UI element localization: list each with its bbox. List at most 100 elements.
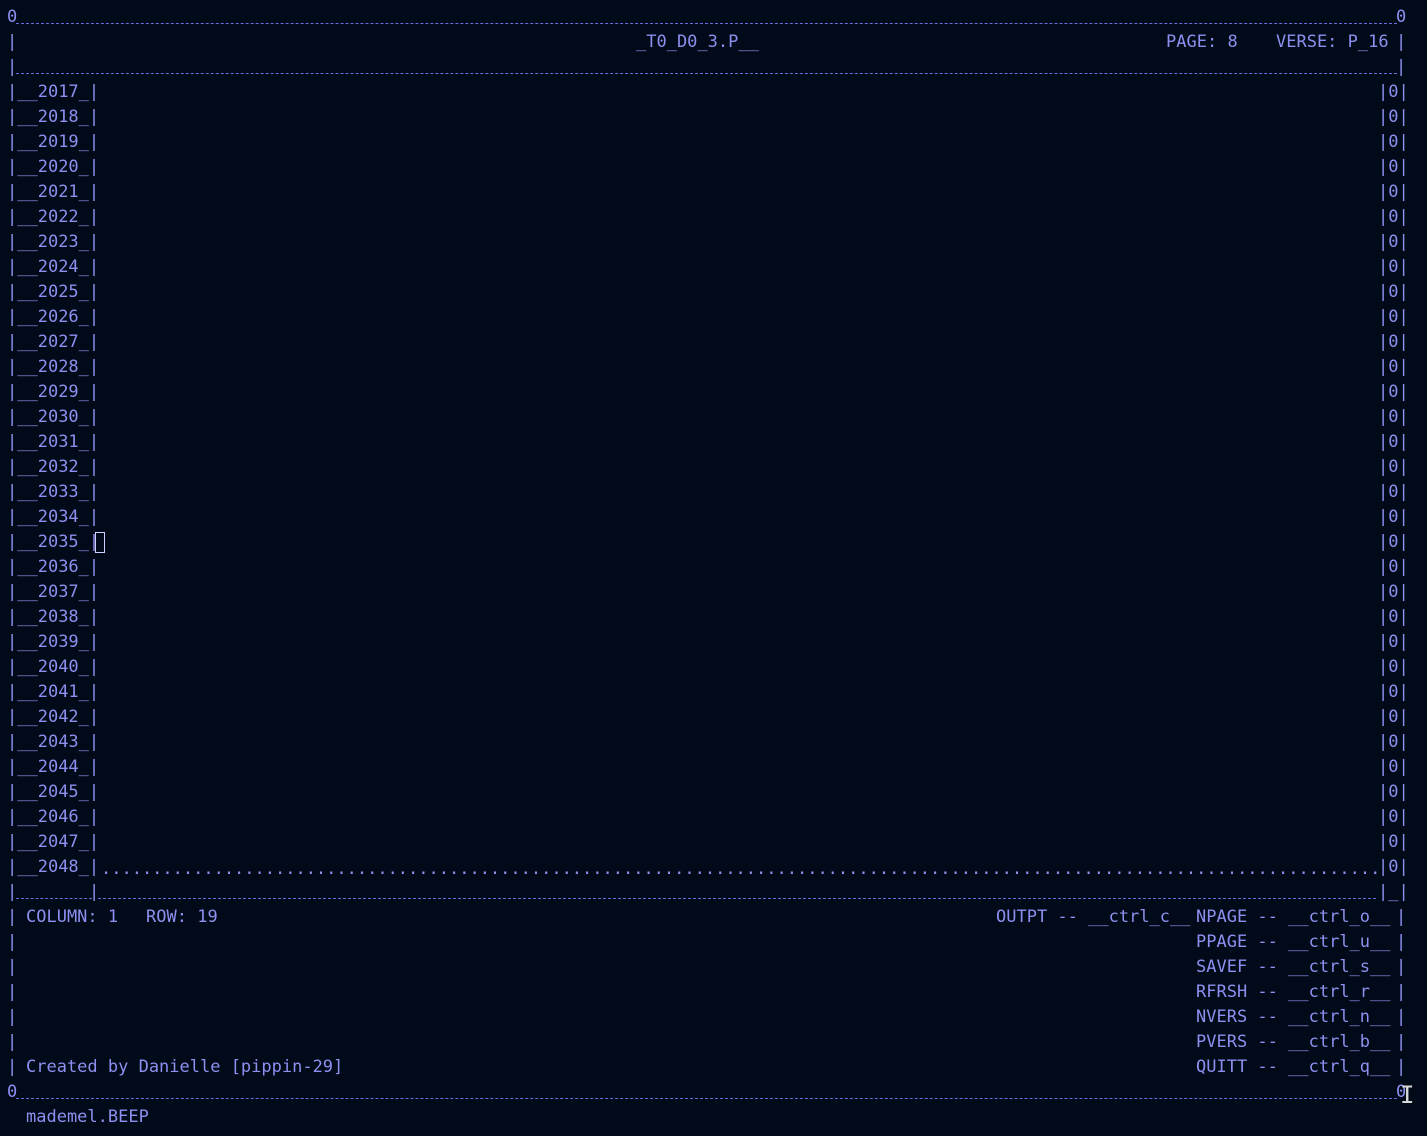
row-value: |0| (1378, 307, 1409, 327)
row-value: |0| (1378, 532, 1409, 552)
row-value: |0| (1378, 282, 1409, 302)
row-value: |0| (1378, 707, 1409, 727)
right-border-bar: | (1396, 1032, 1407, 1052)
shortcut-quitt[interactable]: QUITT -- __ctrl_q__ (1196, 1055, 1391, 1080)
line-number: |__2042_| (7, 707, 100, 727)
line-number-label: 2048 (37, 857, 79, 877)
left-border-bar: | (7, 1032, 18, 1052)
line-number-label: 2036 (37, 557, 79, 577)
line-number: |__2033_| (7, 482, 100, 502)
line-number: |__2036_| (7, 557, 100, 577)
row-value: |0| (1378, 757, 1409, 777)
line-number-label: 2022 (37, 207, 79, 227)
row-value: |0| (1378, 432, 1409, 452)
line-number-label: 2017 (37, 82, 79, 102)
row-value-text: 0 (1388, 782, 1399, 802)
shortcut-name: PPAGE (1196, 932, 1248, 952)
row-value: |0| (1378, 582, 1409, 602)
credit-line: Created by Danielle [pippin-29] (26, 1057, 344, 1077)
row-value-text: 0 (1388, 207, 1399, 227)
line-number: |__2043_| (7, 732, 100, 752)
row-value-text: 0 (1388, 807, 1399, 827)
row-value-text: 0 (1388, 707, 1399, 727)
row-value: |0| (1378, 132, 1409, 152)
left-border-bar: | (7, 1057, 18, 1077)
row-value: |0| (1378, 357, 1409, 377)
line-number: |__2028_| (7, 357, 100, 377)
verse-label: VERSE: (1276, 32, 1338, 52)
row-value-text: 0 (1388, 632, 1399, 652)
right-border-bar: | (1396, 57, 1407, 77)
shortcut-savef[interactable]: SAVEF -- __ctrl_s__ (1196, 955, 1391, 980)
right-border-bar: | (1396, 982, 1407, 1002)
row-value: |0| (1378, 107, 1409, 127)
shortcut-name: NVERS (1196, 1007, 1248, 1027)
left-border-bar: | (7, 957, 18, 977)
line-number-label: 2031 (37, 432, 79, 452)
line-number: |__2037_| (7, 582, 100, 602)
line-number-label: 2038 (37, 607, 79, 627)
line-number: |__2032_| (7, 457, 100, 477)
row-value: |0| (1378, 407, 1409, 427)
line-number: |__2045_| (7, 782, 100, 802)
row-value-text: 0 (1388, 407, 1399, 427)
left-border-bar: | (7, 982, 18, 1002)
row-value-text: 0 (1388, 232, 1399, 252)
line-number: |__2027_| (7, 332, 100, 352)
shortcut-name: NPAGE (1196, 907, 1248, 927)
header-separator (16, 73, 1397, 74)
line-number-label: 2046 (37, 807, 79, 827)
row-value-text: 0 (1388, 357, 1399, 377)
page-indicator: PAGE: 8 (1166, 30, 1238, 55)
line-number: |__2039_| (7, 632, 100, 652)
line-number: |__2044_| (7, 757, 100, 777)
shortcut-output[interactable]: OUTPT -- __ctrl_c__ (996, 905, 1191, 930)
line-number-label: 2045 (37, 782, 79, 802)
file-title: _T0_D0_3.P__ (636, 32, 759, 52)
shortcut-nvers[interactable]: NVERS -- __ctrl_n__ (1196, 1005, 1391, 1030)
row-value-text: 0 (1388, 832, 1399, 852)
top-right-corner: 0 (1396, 7, 1407, 27)
row-value-text: 0 (1388, 282, 1399, 302)
line-number-label: 2040 (37, 657, 79, 677)
line-number: |__2019_| (7, 132, 100, 152)
shortcut-key: __ctrl_n__ (1288, 1007, 1391, 1027)
line-number: |__2034_| (7, 507, 100, 527)
status-message: mademel.BEEP (26, 1107, 149, 1127)
row-value: |0| (1378, 782, 1409, 802)
row-value: |0| (1378, 207, 1409, 227)
row-value-text: 0 (1388, 82, 1399, 102)
line-number-label: 2035 (37, 532, 79, 552)
line-number: |__2047_| (7, 832, 100, 852)
line-number: |__2025_| (7, 282, 100, 302)
line-number-label: 2028 (37, 357, 79, 377)
right-border-bar: | (1396, 957, 1407, 977)
row-value-text: 0 (1388, 457, 1399, 477)
line-number-label: 2023 (37, 232, 79, 252)
verse-value: P_16 (1347, 32, 1389, 52)
shortcut-rfrsh[interactable]: RFRSH -- __ctrl_r__ (1196, 980, 1391, 1005)
left-border-bar: | (7, 1007, 18, 1027)
shortcut-name: SAVEF (1196, 957, 1248, 977)
row-value: |0| (1378, 632, 1409, 652)
shortcut-key: __ctrl_u__ (1288, 932, 1391, 952)
row-value-text: 0 (1388, 732, 1399, 752)
shortcut-key: __ctrl_o__ (1288, 907, 1391, 927)
shortcut-npage[interactable]: NPAGE -- __ctrl_o__ (1196, 905, 1391, 930)
line-number-label: 2047 (37, 832, 79, 852)
row-value: |0| (1378, 482, 1409, 502)
shortcut-name: RFRSH (1196, 982, 1248, 1002)
line-number-label: 2043 (37, 732, 79, 752)
line-number: |__2038_| (7, 607, 100, 627)
editor-bottom-rule (98, 898, 1376, 899)
line-number: |__2026_| (7, 307, 100, 327)
row-label: ROW: (146, 907, 187, 927)
row-indicator: ROW: 19 (146, 905, 218, 930)
line-number-label: 2041 (37, 682, 79, 702)
shortcut-pvers[interactable]: PVERS -- __ctrl_b__ (1196, 1030, 1391, 1055)
column-value: 1 (107, 907, 119, 927)
row-value: |0| (1378, 657, 1409, 677)
shortcut-key: __ctrl_b__ (1288, 1032, 1391, 1052)
top-border (16, 23, 1397, 24)
shortcut-ppage[interactable]: PPAGE -- __ctrl_u__ (1196, 930, 1391, 955)
